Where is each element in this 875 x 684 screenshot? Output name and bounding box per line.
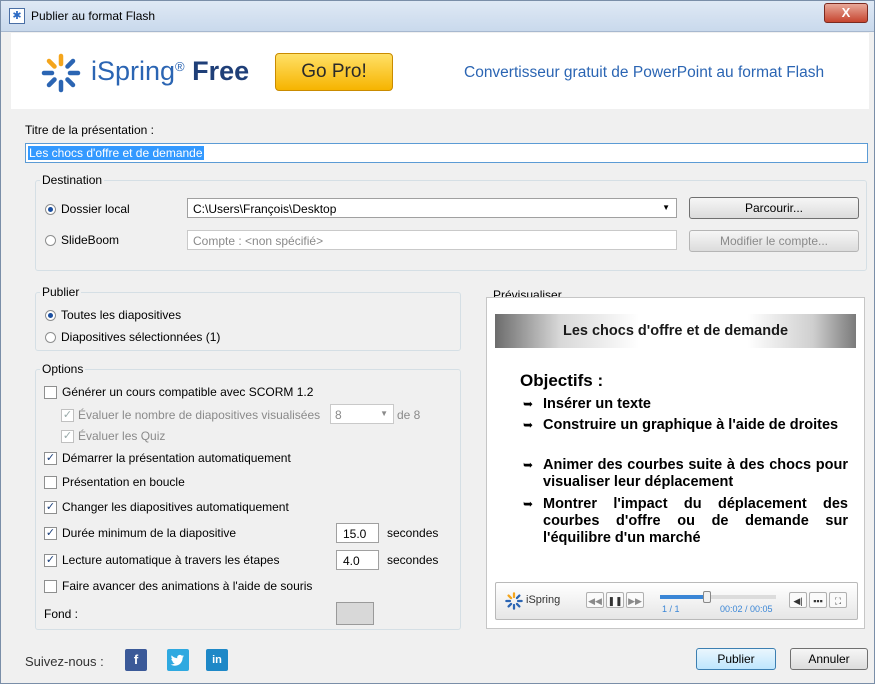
title-bar: ✱ Publier au format Flash X	[1, 1, 874, 32]
twitter-icon[interactable]	[167, 649, 189, 671]
linkedin-icon[interactable]: in	[206, 649, 228, 671]
cancel-button[interactable]: Annuler	[790, 648, 868, 670]
selected-slides-label: Diapositives sélectionnées (1)	[61, 330, 221, 344]
player-brand: iSpring	[526, 594, 561, 606]
auto-steps-unit: secondes	[387, 553, 439, 567]
local-folder-label: Dossier local	[61, 202, 130, 216]
min-duration-input[interactable]: 15.0	[336, 523, 379, 543]
autostart-checkbox[interactable]: ✓	[44, 452, 57, 465]
close-button[interactable]: X	[824, 3, 868, 23]
eval-slides-label: Évaluer le nombre de diapositives visual…	[78, 408, 321, 422]
min-duration-unit: secondes	[387, 526, 439, 540]
page-counter: 1 / 1	[662, 604, 680, 614]
tagline: Convertisseur gratuit de PowerPoint au f…	[464, 64, 825, 81]
background-label: Fond :	[44, 607, 79, 621]
pause-icon[interactable]: ❚❚	[606, 592, 624, 608]
arrow-icon: ➥	[523, 458, 534, 472]
slideboom-label: SlideBoom	[61, 233, 120, 247]
chevron-down-icon: ▼	[380, 409, 388, 418]
scorm-checkbox[interactable]	[44, 386, 57, 399]
all-slides-radio[interactable]	[45, 310, 56, 321]
account-field[interactable]: Compte : <non spécifié>	[187, 230, 677, 250]
eval-slides-total: de 8	[397, 408, 421, 422]
scorm-label: Générer un cours compatible avec SCORM 1…	[62, 385, 314, 399]
ispring-logo-icon	[41, 53, 81, 93]
all-slides-label: Toutes les diapositives	[61, 308, 182, 322]
eval-quiz-label: Évaluer les Quiz	[78, 429, 166, 443]
publish-button[interactable]: Publier	[696, 648, 776, 670]
title-label: Titre de la présentation :	[25, 123, 154, 137]
local-path-select[interactable]: C:\Users\François\Desktop ▼	[187, 198, 677, 218]
chevron-down-icon: ▼	[662, 203, 670, 212]
window-title: Publier au format Flash	[31, 9, 156, 23]
auto-steps-input[interactable]: 4.0	[336, 550, 379, 570]
modify-account-button[interactable]: Modifier le compte...	[689, 230, 859, 252]
brand-name: iSpring® Free	[91, 56, 250, 86]
app-icon: ✱	[9, 8, 25, 24]
min-duration-checkbox[interactable]: ✓	[44, 527, 57, 540]
title-input[interactable]: Les chocs d'offre et de demande	[25, 143, 868, 163]
preview-panel: Les chocs d'offre et de demande Objectif…	[486, 297, 865, 629]
outline-icon[interactable]: ▪▪▪	[809, 592, 827, 608]
auto-advance-checkbox[interactable]: ✓	[44, 501, 57, 514]
volume-icon[interactable]: ◀|	[789, 592, 807, 608]
slide-bullet: ➥ Montrer l'impact du déplacement des co…	[523, 496, 848, 546]
slideboom-radio[interactable]	[45, 235, 56, 246]
publish-dialog: ✱ Publier au format Flash X iSpring® Fre…	[0, 0, 875, 684]
eval-slides-checkbox[interactable]: ✓	[61, 409, 74, 422]
options-legend: Options	[42, 362, 84, 376]
fast-forward-icon[interactable]: ▶▶	[626, 592, 644, 608]
slide-bullet: ➥ Animer des courbes suite à des chocs p…	[523, 457, 848, 490]
preview-player: iSpring ◀◀ ❚❚ ▶▶ 1 / 1 00:02 / 00:05 ◀| …	[495, 582, 858, 620]
time-display: 00:02 / 00:05	[720, 604, 773, 614]
slide-title: Les chocs d'offre et de demande	[495, 314, 856, 348]
eval-slides-select[interactable]: 8 ▼	[330, 404, 394, 424]
slide-objectives: Objectifs :	[520, 371, 604, 390]
destination-legend: Destination	[42, 173, 103, 187]
seek-bar-handle[interactable]	[703, 591, 712, 603]
slide-bullet: ➥ Construire un graphique à l'aide de dr…	[523, 417, 839, 433]
rewind-icon[interactable]: ◀◀	[586, 592, 604, 608]
arrow-icon: ➥	[523, 418, 534, 432]
seek-bar[interactable]	[660, 591, 776, 603]
auto-steps-checkbox[interactable]: ✓	[44, 554, 57, 567]
publish-legend: Publier	[42, 285, 80, 299]
banner: iSpring® Free Go Pro! Convertisseur grat…	[11, 33, 869, 109]
loop-label: Présentation en boucle	[62, 475, 185, 489]
selected-slides-radio[interactable]	[45, 332, 56, 343]
mouse-anim-checkbox[interactable]	[44, 580, 57, 593]
destination-group: Destination	[35, 173, 867, 271]
auto-advance-label: Changer les diapositives automatiquement	[62, 500, 289, 514]
browse-button[interactable]: Parcourir...	[689, 197, 859, 219]
fullscreen-icon[interactable]: ⛶	[829, 592, 847, 608]
ispring-logo-icon	[505, 592, 523, 610]
background-color-picker[interactable]	[336, 602, 374, 625]
auto-steps-label: Lecture automatique à travers les étapes	[62, 553, 280, 567]
mouse-anim-label: Faire avancer des animations à l'aide de…	[62, 579, 313, 593]
slide-bullet: ➥ Insérer un texte	[523, 396, 651, 412]
go-pro-button[interactable]: Go Pro!	[275, 53, 393, 91]
facebook-icon[interactable]: f	[125, 649, 147, 671]
arrow-icon: ➥	[523, 397, 534, 411]
local-folder-radio[interactable]	[45, 204, 56, 215]
autostart-label: Démarrer la présentation automatiquement	[62, 451, 291, 465]
eval-quiz-checkbox[interactable]: ✓	[61, 430, 74, 443]
arrow-icon: ➥	[523, 497, 534, 511]
min-duration-label: Durée minimum de la diapositive	[62, 526, 237, 540]
follow-us-label: Suivez-nous :	[25, 654, 104, 669]
seek-bar-fill	[660, 595, 707, 599]
loop-checkbox[interactable]	[44, 476, 57, 489]
